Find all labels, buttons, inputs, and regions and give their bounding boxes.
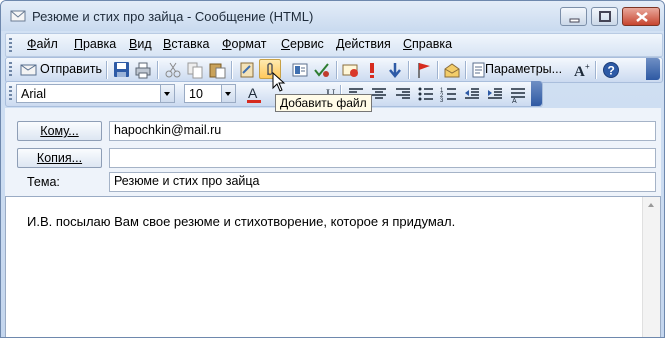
toolbar-separator bbox=[465, 61, 467, 79]
font-name-select[interactable]: Arial bbox=[16, 84, 175, 103]
close-icon bbox=[636, 12, 648, 22]
message-window: Резюме и стих про зайца - Сообщение (HTM… bbox=[0, 0, 665, 338]
flag-icon[interactable] bbox=[415, 61, 433, 79]
subject-label: Тема: bbox=[27, 175, 60, 189]
bullets-icon[interactable] bbox=[417, 85, 435, 103]
toolbar-separator bbox=[595, 61, 597, 79]
options-button-label[interactable]: Параметры... bbox=[485, 62, 562, 76]
permission-icon[interactable] bbox=[342, 61, 360, 79]
toolbar-separator bbox=[437, 61, 439, 79]
toolbar-overflow-button[interactable] bbox=[531, 81, 542, 106]
cc-button-label: Копия... bbox=[36, 151, 83, 165]
mouse-cursor-icon bbox=[272, 72, 286, 92]
svg-text:3: 3 bbox=[440, 98, 444, 103]
address-book-icon[interactable] bbox=[238, 61, 256, 79]
chevron-down-icon bbox=[221, 85, 235, 102]
toolbar-overflow-button[interactable] bbox=[646, 58, 660, 80]
menu-bar: Файл Правка Вид Вставка Формат Сервис Де… bbox=[5, 33, 663, 57]
menu-actions[interactable]: Действия bbox=[336, 37, 391, 51]
save-icon[interactable] bbox=[113, 61, 131, 79]
minimize-button[interactable] bbox=[560, 7, 587, 26]
low-importance-icon[interactable] bbox=[386, 61, 404, 79]
message-body-text: И.В. посылаю Вам свое резюме и стихотвор… bbox=[27, 214, 456, 229]
toolbar-separator bbox=[231, 61, 233, 79]
svg-text:A: A bbox=[512, 98, 517, 103]
help-icon[interactable]: ? bbox=[602, 61, 620, 79]
message-body[interactable]: И.В. посылаю Вам свое резюме и стихотвор… bbox=[5, 196, 661, 337]
minimize-icon bbox=[569, 18, 580, 23]
menu-file[interactable]: Файл bbox=[27, 37, 58, 51]
menu-view[interactable]: Вид bbox=[129, 37, 152, 51]
scroll-up-icon[interactable] bbox=[648, 203, 654, 207]
font-size-value: 10 bbox=[189, 87, 203, 101]
align-right-icon[interactable] bbox=[394, 85, 412, 103]
vertical-scrollbar[interactable] bbox=[642, 197, 660, 337]
to-button[interactable]: Кому... bbox=[17, 121, 102, 141]
send-icon bbox=[20, 64, 37, 76]
paste-icon[interactable] bbox=[208, 61, 226, 79]
cc-button[interactable]: Копия... bbox=[17, 148, 102, 168]
increase-indent-icon[interactable] bbox=[486, 85, 504, 103]
svg-text:A: A bbox=[574, 64, 585, 79]
message-header: Кому... hapochkin@mail.ru Копия... Тема:… bbox=[5, 108, 661, 196]
decrease-indent-icon[interactable] bbox=[463, 85, 481, 103]
to-button-label: Кому... bbox=[40, 124, 79, 138]
subject-field[interactable]: Резюме и стих про зайца bbox=[109, 172, 656, 192]
numbering-icon[interactable]: 123 bbox=[440, 85, 458, 103]
svg-text:?: ? bbox=[608, 64, 615, 78]
svg-text:+: + bbox=[585, 62, 590, 71]
styles-icon[interactable]: A bbox=[509, 85, 527, 103]
toolbar-grip[interactable] bbox=[9, 62, 12, 76]
font-size-select[interactable]: 10 bbox=[184, 84, 236, 103]
font-name-value: Arial bbox=[21, 87, 47, 101]
menu-help[interactable]: Справка bbox=[403, 37, 452, 51]
cc-field[interactable] bbox=[109, 148, 656, 168]
toolbar-separator bbox=[157, 61, 159, 79]
high-importance-icon[interactable] bbox=[363, 61, 381, 79]
check-names-icon[interactable] bbox=[313, 61, 331, 79]
standard-toolbar: Отправить Параметры... A + ? bbox=[5, 57, 663, 83]
chevron-down-icon bbox=[160, 85, 174, 102]
to-field[interactable]: hapochkin@mail.ru bbox=[109, 121, 656, 141]
svg-text:A: A bbox=[248, 85, 258, 101]
font-color-icon[interactable]: A bbox=[245, 85, 263, 103]
menu-bar-grip[interactable] bbox=[9, 38, 12, 52]
title-bar: Резюме и стих про зайца - Сообщение (HTM… bbox=[1, 1, 664, 31]
toolbar-separator bbox=[106, 61, 108, 79]
copy-icon[interactable] bbox=[186, 61, 204, 79]
toolbar-grip[interactable] bbox=[9, 86, 12, 100]
menu-tools[interactable]: Сервис bbox=[281, 37, 324, 51]
insert-item-icon[interactable] bbox=[291, 61, 309, 79]
maximize-icon bbox=[599, 11, 611, 22]
toolbar-separator bbox=[336, 61, 338, 79]
font-size-icon[interactable]: A + bbox=[573, 61, 591, 79]
menu-edit[interactable]: Правка bbox=[74, 37, 116, 51]
align-center-icon[interactable] bbox=[370, 85, 388, 103]
menu-insert[interactable]: Вставка bbox=[163, 37, 209, 51]
close-button[interactable] bbox=[622, 7, 660, 26]
maximize-button[interactable] bbox=[591, 7, 618, 26]
envelope-icon[interactable] bbox=[443, 61, 461, 79]
print-icon[interactable] bbox=[134, 61, 152, 79]
toolbar-separator bbox=[408, 61, 410, 79]
window-title: Резюме и стих про зайца - Сообщение (HTM… bbox=[32, 9, 314, 24]
cut-icon[interactable] bbox=[164, 61, 182, 79]
send-label: Отправить bbox=[40, 62, 102, 76]
menu-format[interactable]: Формат bbox=[222, 37, 266, 51]
message-app-icon bbox=[10, 10, 26, 22]
tooltip: Добавить файл bbox=[275, 94, 372, 112]
